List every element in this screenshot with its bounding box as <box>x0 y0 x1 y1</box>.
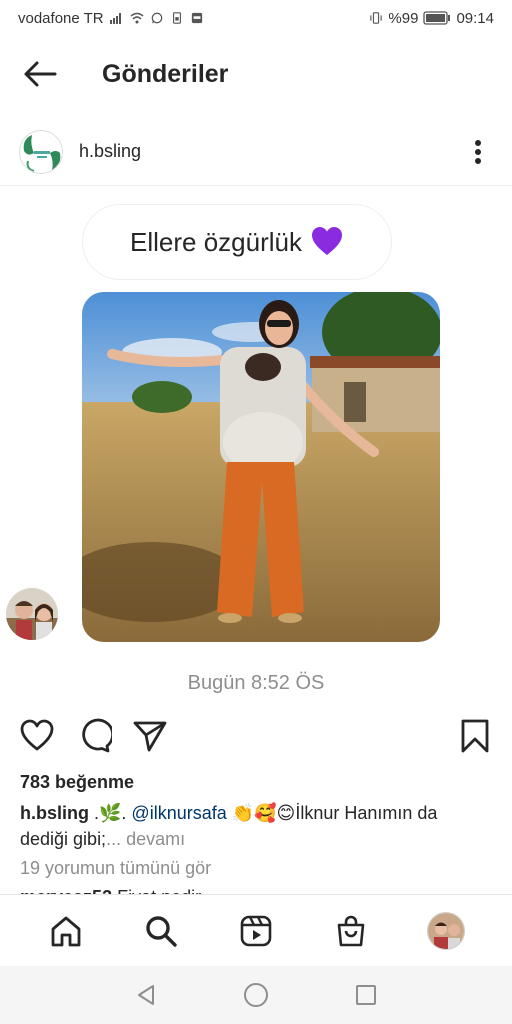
vibrate-icon <box>370 12 383 24</box>
leaf-logo-icon <box>23 134 61 172</box>
post-caption: h.bsling .🌿. @ilknursafa 👏🥰😊İlknur Hanım… <box>20 800 490 852</box>
home-circle-icon <box>244 983 268 1007</box>
whatsapp-icon <box>151 12 162 24</box>
comment-icon <box>82 718 115 753</box>
view-all-comments-link[interactable]: 19 yorumun tümünü gör <box>20 858 211 879</box>
caption-prefix: .🌿. <box>89 803 132 823</box>
message-bubble[interactable]: Ellere özgürlük <box>82 204 392 280</box>
caption-mention[interactable]: @ilknursafa <box>131 803 226 823</box>
more-options-button[interactable] <box>468 137 488 167</box>
send-icon <box>133 721 167 752</box>
tab-search[interactable] <box>141 911 181 951</box>
tab-shop[interactable] <box>331 911 371 951</box>
chat-header: h.bsling <box>0 118 512 186</box>
share-button[interactable] <box>132 718 168 754</box>
signal-icon <box>109 13 121 24</box>
save-button[interactable] <box>457 718 493 754</box>
message-text: Ellere özgürlük <box>130 226 302 257</box>
system-navigation-bar <box>0 966 512 1024</box>
battery-icon <box>423 11 451 25</box>
avatar-photo <box>6 588 58 640</box>
status-bar: vodafone TR %99 09:14 <box>0 0 512 36</box>
caption-more-link[interactable]: ... devamı <box>106 829 185 849</box>
carrier-label: vodafone TR <box>18 9 104 27</box>
app-header: Gönderiler <box>0 36 512 112</box>
home-icon <box>51 916 80 946</box>
system-home-button[interactable] <box>241 980 271 1010</box>
post-actions <box>0 712 512 760</box>
like-button[interactable] <box>19 718 55 754</box>
page-title: Gönderiler <box>102 59 229 88</box>
back-button[interactable] <box>18 52 62 96</box>
app-icon <box>191 12 202 24</box>
profile-avatar <box>427 911 466 950</box>
battery-percent: %99 <box>388 9 419 27</box>
comment-button[interactable] <box>76 718 115 754</box>
wifi-icon <box>130 12 144 24</box>
recents-square-icon <box>356 985 376 1005</box>
caption-username[interactable]: h.bsling <box>20 803 89 823</box>
purple-heart-icon <box>311 227 342 255</box>
back-arrow-icon <box>24 61 57 87</box>
back-triangle-icon <box>138 985 154 1005</box>
more-vertical-icon <box>475 139 481 164</box>
sender-avatar[interactable] <box>4 586 60 642</box>
tab-home[interactable] <box>46 911 86 951</box>
reels-icon <box>240 915 272 946</box>
sim-icon <box>172 12 181 24</box>
bookmark-icon <box>461 719 489 753</box>
system-back-button[interactable] <box>131 980 161 1010</box>
shared-post-image[interactable] <box>82 292 440 642</box>
likes-count[interactable]: 783 beğenme <box>20 772 134 793</box>
shop-icon <box>337 915 365 946</box>
system-recents-button[interactable] <box>351 980 381 1010</box>
post-photo <box>82 292 440 642</box>
search-icon <box>146 915 177 947</box>
chat-username[interactable]: h.bsling <box>79 141 141 162</box>
message-timestamp: Bugün 8:52 ÖS <box>187 672 325 694</box>
bottom-tab-bar <box>0 894 512 966</box>
tab-profile[interactable] <box>426 911 466 951</box>
account-logo-avatar[interactable] <box>19 129 63 174</box>
heart-icon <box>20 719 54 751</box>
tab-reels[interactable] <box>236 911 276 951</box>
clock: 09:14 <box>456 9 494 27</box>
